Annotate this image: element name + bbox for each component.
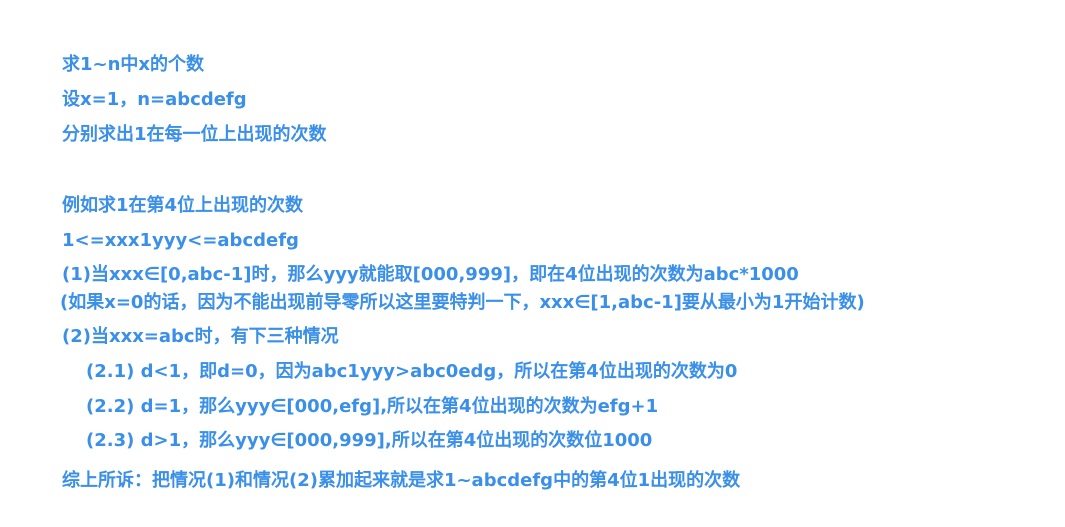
summary-line: 综上所诉：把情况(1)和情况(2)累加起来就是求1~abcdefg中的第4位1出… — [62, 470, 741, 491]
case-2-3-line: (2.3) d>1，那么yyy∈[000,999],所以在第4位出现的次数位10… — [86, 430, 653, 451]
case-2-1-line: (2.1) d<1，即d=0，因为abc1yyy>abc0edg，所以在第4位出… — [86, 361, 738, 382]
example-line: 例如求1在第4位上出现的次数 — [62, 195, 304, 216]
method-line: 分别求出1在每一位上出现的次数 — [62, 124, 327, 145]
assumption-line: 设x=1，n=abcdefg — [62, 89, 247, 110]
heading-line: 求1~n中x的个数 — [62, 54, 205, 75]
case-2-2-line: (2.2) d=1，那么yyy∈[000,efg],所以在第4位出现的次数为ef… — [86, 396, 659, 417]
document-body: 求1~n中x的个数 设x=1，n=abcdefg 分别求出1在每一位上出现的次数… — [0, 0, 1065, 527]
case-1-line: (1)当xxx∈[0,abc-1]时，那么yyy就能取[000,999]，即在4… — [62, 264, 799, 285]
case-1-note-line: (如果x=0的话，因为不能出现前导零所以这里要特判一下，xxx∈[1,abc-1… — [60, 292, 865, 313]
range-line: 1<=xxx1yyy<=abcdefg — [62, 230, 299, 251]
case-2-line: (2)当xxx=abc时，有下三种情况 — [62, 326, 339, 347]
